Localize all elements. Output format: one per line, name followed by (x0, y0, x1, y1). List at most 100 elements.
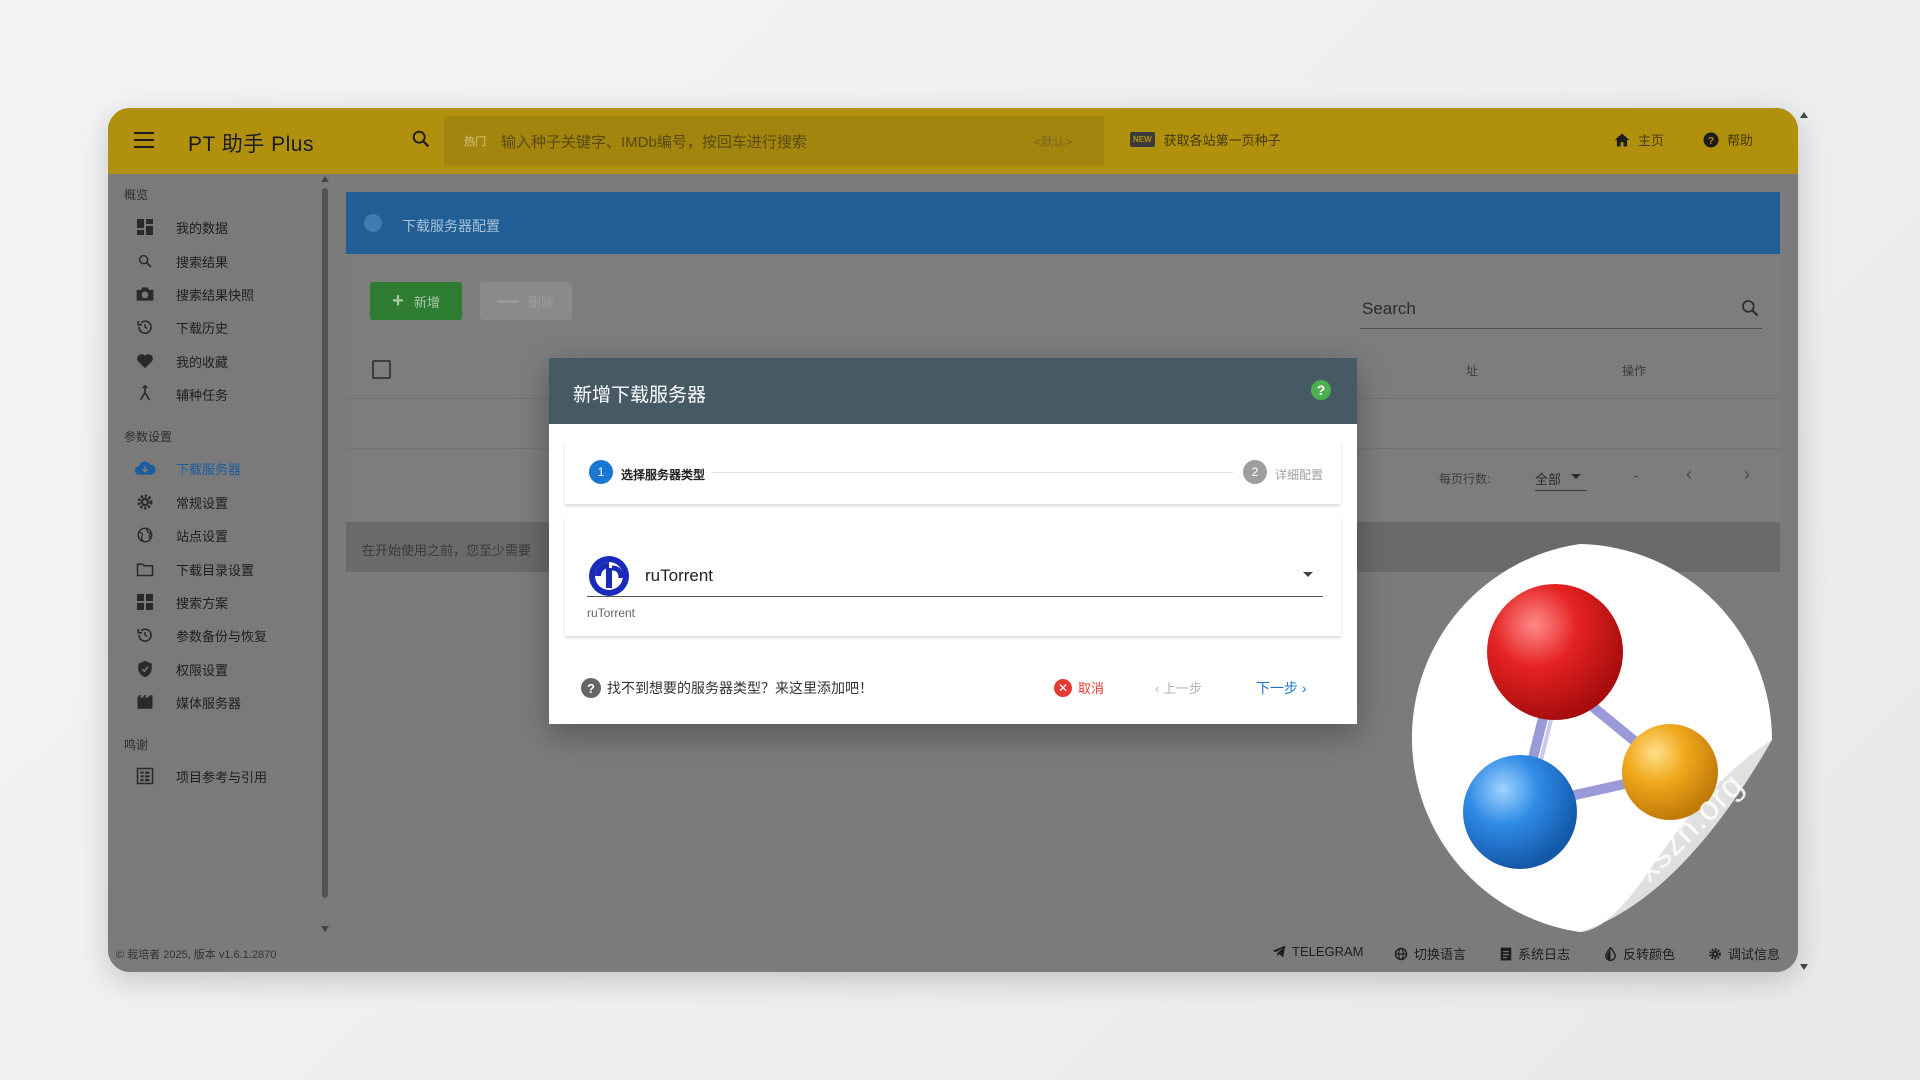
select-underline (587, 596, 1323, 597)
system-log-label: 系统日志 (1518, 947, 1571, 962)
invert-colors-label: 反转颜色 (1623, 947, 1676, 962)
sidebar-item-my-data[interactable]: 我的数据 (134, 212, 304, 242)
app-bar: PT 助手 Plus 热门 <默认> NEW 获取各站第一页种子 主页 ? 帮助 (108, 108, 1798, 174)
sidebar-item-label: 搜索结果快照 (176, 287, 255, 303)
molecule-logo-sticker (1380, 540, 1776, 936)
sidebar-item-reseed-tasks[interactable]: 辅种任务 (134, 379, 304, 409)
sidebar-item-search-plans[interactable]: 搜索方案 (134, 587, 304, 617)
scroll-down-arrow-icon[interactable] (321, 926, 329, 932)
previous-step-label: 上一步 (1162, 681, 1202, 696)
server-type-select-value[interactable]: ruTorrent (645, 566, 713, 586)
next-step-button[interactable]: 下一步 › (1256, 678, 1307, 698)
sidebar-item-label: 搜索方案 (176, 595, 229, 611)
sidebar-item-general-settings[interactable]: 常规设置 (134, 487, 304, 517)
sidebar-header-settings: 参数设置 (124, 430, 173, 444)
fetch-first-page-label: 获取各站第一页种子 (1163, 133, 1281, 148)
search-icon[interactable] (410, 128, 434, 152)
step-1-indicator[interactable]: 1 (589, 460, 613, 484)
menu-icon[interactable] (134, 132, 154, 148)
search-input[interactable] (499, 126, 1023, 158)
debug-info-button[interactable]: 调试信息 (1708, 944, 1780, 963)
rows-per-page-value: 全部 (1535, 472, 1562, 487)
column-header-actions: 操作 (1622, 364, 1647, 378)
switch-language-button[interactable]: 切换语言 (1394, 944, 1466, 963)
sidebar-item-permissions[interactable]: 权限设置 (134, 654, 304, 684)
pagination-range: - (1634, 468, 1639, 483)
scrollbar-thumb[interactable] (322, 188, 328, 898)
delete-server-button[interactable]: — 删除 (480, 282, 572, 320)
hot-tag[interactable]: 热门 (464, 133, 486, 149)
switch-language-label: 切换语言 (1414, 947, 1467, 962)
dashboard-icon (134, 216, 156, 238)
previous-page-icon[interactable]: ‹ (1686, 464, 1692, 485)
table-search (1360, 290, 1762, 329)
sidebar-item-label: 参数备份与恢复 (176, 628, 268, 644)
sidebar: 概览 我的数据 搜索结果 搜索结果快照 下载历史 我的收藏 辅种任务 参数设置 (108, 174, 316, 934)
sidebar-item-label: 媒体服务器 (176, 695, 242, 711)
dialog-header: 新增下载服务器 ? (549, 358, 1357, 424)
help-label: 帮助 (1727, 133, 1754, 148)
window-scrollbar[interactable] (1798, 108, 1810, 972)
sidebar-item-label: 下载服务器 (176, 461, 242, 477)
sidebar-item-download-history[interactable]: 下载历史 (134, 312, 304, 342)
rows-per-page-select[interactable]: 全部 (1535, 460, 1587, 491)
sidebar-header-overview: 概览 (124, 188, 149, 202)
invert-colors-button[interactable]: 反转颜色 (1604, 944, 1675, 963)
cloud-download-icon (134, 457, 156, 479)
add-server-type-link[interactable]: ? 找不到想要的服务器类型？来这里添加吧！ (581, 678, 873, 698)
contrast-icon (1605, 946, 1616, 961)
document-icon (1500, 947, 1512, 960)
sidebar-item-site-settings[interactable]: 站点设置 (134, 520, 304, 550)
heart-icon (134, 350, 156, 372)
sidebar-item-references[interactable]: 项目参考与引用 (134, 761, 304, 791)
scroll-up-arrow-icon[interactable] (1800, 112, 1808, 118)
cancel-button[interactable]: ✕ 取消 (1054, 678, 1104, 697)
step-2-indicator[interactable]: 2 (1243, 460, 1267, 484)
sidebar-item-download-servers[interactable]: 下载服务器 (134, 453, 304, 483)
help-circle-icon: ? (581, 678, 601, 698)
info-icon (364, 214, 382, 232)
server-type-card: ruTorrent ruTorrent (565, 516, 1341, 636)
dialog-title: 新增下载服务器 (573, 385, 707, 406)
add-server-type-text: 找不到想要的服务器类型？来这里添加吧！ (607, 680, 873, 696)
scroll-up-arrow-icon[interactable] (321, 176, 329, 182)
select-all-checkbox[interactable] (372, 360, 391, 379)
sidebar-header-thanks: 鸣谢 (124, 738, 149, 752)
sidebar-item-media-servers[interactable]: 媒体服务器 (134, 687, 304, 717)
step-2-label[interactable]: 详细配置 (1275, 466, 1323, 483)
search-icon[interactable] (1740, 298, 1760, 323)
sidebar-item-label: 搜索结果 (176, 254, 229, 270)
footer: © 栽培者 2025, 版本 v1.6.1.2870 TELEGRAM 切换语言… (108, 934, 1798, 972)
step-1-label[interactable]: 选择服务器类型 (621, 466, 705, 483)
cancel-label: 取消 (1078, 681, 1105, 696)
caret-down-icon[interactable] (1303, 572, 1313, 577)
rows-per-page-label: 每页行数: (1439, 472, 1491, 486)
system-log-button[interactable]: 系统日志 (1500, 944, 1570, 963)
column-header-url[interactable]: 址 (1466, 362, 1478, 379)
folder-icon (134, 558, 156, 580)
sidebar-item-favorites[interactable]: 我的收藏 (134, 346, 304, 376)
table-search-input[interactable] (1360, 296, 1724, 322)
sidebar-item-download-dir-settings[interactable]: 下载目录设置 (134, 554, 304, 584)
sidebar-item-label: 下载目录设置 (176, 562, 255, 578)
sidebar-item-label: 项目参考与引用 (176, 769, 268, 785)
home-button[interactable]: 主页 (1613, 130, 1664, 149)
sidebar-item-search-results[interactable]: 搜索结果 (134, 246, 304, 276)
help-button[interactable]: ? 帮助 (1702, 130, 1753, 149)
next-page-icon[interactable]: › (1744, 464, 1750, 485)
scroll-down-arrow-icon[interactable] (1800, 964, 1808, 970)
step-connector (713, 472, 1233, 473)
telegram-button[interactable]: TELEGRAM (1272, 944, 1364, 959)
add-server-button[interactable]: + 新增 (370, 282, 462, 320)
sidebar-item-search-snapshot[interactable]: 搜索结果快照 (134, 279, 304, 309)
info-bar: 下载服务器配置 (346, 192, 1780, 254)
sidebar-scrollbar[interactable] (319, 174, 331, 934)
previous-step-button[interactable]: ‹ 上一步 (1155, 678, 1202, 697)
search-box: 热门 <默认> (444, 116, 1104, 166)
sidebar-item-backup-restore[interactable]: 参数备份与恢复 (134, 620, 304, 650)
help-circle-icon: ? (1703, 132, 1719, 147)
search-default-scope[interactable]: <默认> (1034, 133, 1072, 150)
search-icon (134, 250, 156, 272)
help-circle-icon[interactable]: ? (1311, 380, 1331, 400)
fetch-first-page-button[interactable]: NEW 获取各站第一页种子 (1130, 130, 1281, 149)
